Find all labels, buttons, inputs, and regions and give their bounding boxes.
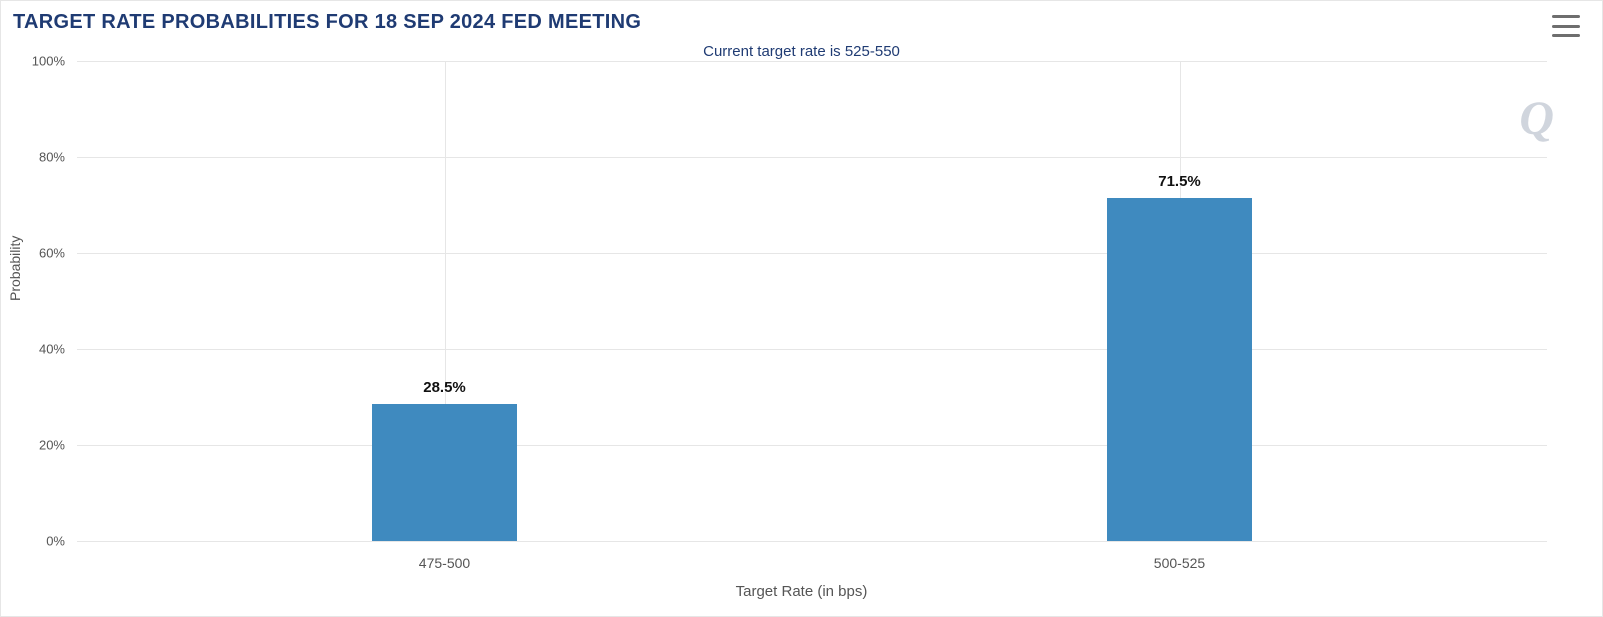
chart-menu-button[interactable] [1552,15,1580,37]
bar[interactable] [1107,198,1252,541]
x-axis-label: Target Rate (in bps) [1,583,1602,600]
x-tick-label: 500-525 [1154,541,1205,571]
y-tick-label: 0% [46,534,77,549]
bar-value-label: 71.5% [1158,173,1201,198]
chart-title: TARGET RATE PROBABILITIES FOR 18 SEP 202… [13,11,641,34]
grid-line [77,61,1547,62]
grid-line [77,349,1547,350]
x-tick-label: 475-500 [419,541,470,571]
y-tick-label: 80% [39,150,77,165]
y-tick-label: 100% [32,54,77,69]
bar[interactable] [372,404,517,541]
hamburger-icon [1552,34,1580,37]
chart-container: TARGET RATE PROBABILITIES FOR 18 SEP 202… [0,0,1603,617]
y-tick-label: 60% [39,246,77,261]
grid-line [77,157,1547,158]
y-axis-label: Probability [7,236,23,301]
y-tick-label: 40% [39,342,77,357]
grid-line [77,445,1547,446]
plot-area: 0%20%40%60%80%100%28.5%475-50071.5%500-5… [77,61,1547,542]
y-tick-label: 20% [39,438,77,453]
hamburger-icon [1552,25,1580,28]
chart-subtitle: Current target rate is 525-550 [1,43,1602,60]
grid-line [77,253,1547,254]
hamburger-icon [1552,15,1580,18]
bar-value-label: 28.5% [423,379,466,404]
grid-line [77,541,1547,542]
